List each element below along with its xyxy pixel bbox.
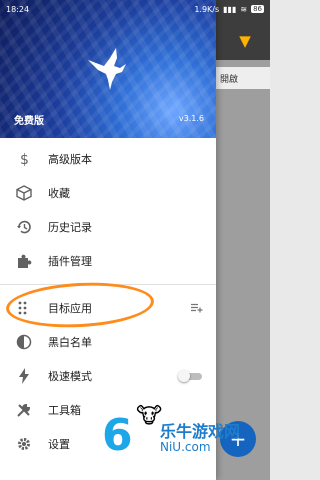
status-bar: 18:24 1.9K/s ▮▮▮ ≋ 86 (0, 0, 270, 18)
add-to-list-icon[interactable] (190, 299, 204, 318)
menu-label: 收藏 (48, 187, 70, 200)
drawer-header: 免费版 v3.1.6 (0, 0, 216, 138)
menu-label: 工具箱 (48, 404, 81, 417)
box-icon (14, 183, 34, 203)
menu-label: 目标应用 (48, 302, 92, 315)
edition-label: 免费版 (14, 116, 44, 127)
dollar-icon: $ (14, 149, 34, 169)
menu-divider (0, 284, 216, 285)
signal-icon: ▮▮▮ (223, 4, 237, 14)
puzzle-icon (14, 251, 34, 271)
tools-icon (14, 400, 34, 420)
background-chip: 開啟 (216, 67, 270, 89)
network-speed: 1.9K/s (194, 4, 220, 14)
menu-item-premium[interactable]: $ 高级版本 (0, 142, 216, 176)
menu-item-plugins[interactable]: 插件管理 (0, 244, 216, 278)
battery-level: 86 (251, 5, 264, 13)
toggle-thumb (178, 370, 190, 382)
menu-item-toolbox[interactable]: 工具箱 (0, 393, 216, 427)
menu-item-target-apps[interactable]: 目标应用 (0, 291, 216, 325)
menu-item-history[interactable]: 历史记录 (0, 210, 216, 244)
menu-label: 历史记录 (48, 221, 92, 234)
menu-label: 插件管理 (48, 255, 92, 268)
status-time: 18:24 (6, 4, 30, 14)
hummingbird-logo-icon (88, 48, 126, 90)
menu-item-speed-mode[interactable]: 极速模式 (0, 359, 216, 393)
clear-list-icon[interactable]: ▼ (234, 30, 256, 52)
menu-item-settings[interactable]: 设置 (0, 427, 216, 461)
menu-label: 高级版本 (48, 153, 92, 166)
speed-mode-toggle[interactable] (178, 370, 204, 382)
menu-label: 设置 (48, 438, 70, 451)
menu-label: 黑白名单 (48, 336, 92, 349)
drawer-menu: $ 高级版本 收藏 历史记录 插件管理 目标应用 黑白名单 极速模式 工具箱 设… (0, 142, 216, 461)
floating-action-button[interactable]: + (220, 421, 256, 457)
version-label: v3.1.6 (178, 114, 204, 123)
gear-icon (14, 434, 34, 454)
flash-icon (14, 366, 34, 386)
menu-item-favorites[interactable]: 收藏 (0, 176, 216, 210)
history-icon (14, 217, 34, 237)
contrast-icon (14, 332, 34, 352)
menu-item-blacklist[interactable]: 黑白名单 (0, 325, 216, 359)
svg-text:$: $ (20, 152, 29, 167)
apps-grid-icon (14, 298, 34, 318)
wifi-icon: ≋ (240, 4, 248, 14)
menu-label: 极速模式 (48, 370, 92, 383)
navigation-drawer: 免费版 v3.1.6 $ 高级版本 收藏 历史记录 插件管理 目标应用 黑白名单… (0, 0, 216, 480)
